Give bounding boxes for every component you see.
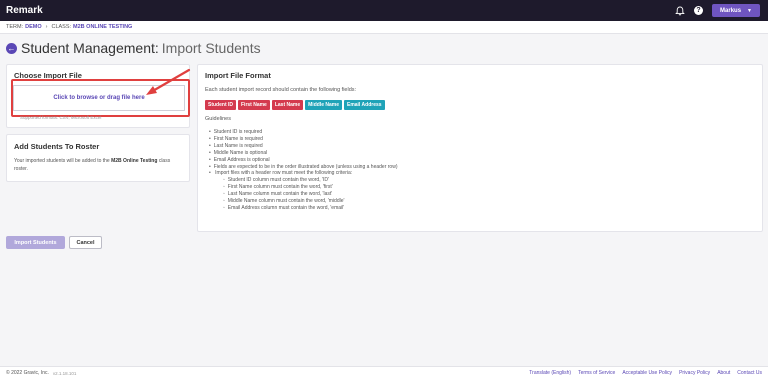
guideline-item: Email Address is optional	[209, 157, 397, 164]
topbar-actions: ? Markus ▼	[675, 4, 762, 17]
import-file-format-card: Import File Format Each student import r…	[197, 64, 763, 232]
supported-formats-text: Supported formats: CSV, Microsoft Excel	[20, 115, 102, 120]
guideline-item: First Name is required	[209, 136, 397, 143]
header-rule-item: Email Address column must contain the wo…	[223, 205, 397, 212]
top-navbar: Remark ? Markus ▼	[0, 0, 768, 21]
footer-link-terms[interactable]: Terms of Service	[578, 370, 615, 376]
footer-link-contact[interactable]: Contact Us	[737, 370, 762, 376]
add-to-roster-card: Add Students To Roster Your imported stu…	[6, 134, 190, 182]
field-badge-first-name: First Name	[238, 100, 270, 110]
header-rule-item: First Name column must contain the word,…	[223, 184, 397, 191]
guideline-item: Last Name is required	[209, 143, 397, 150]
field-badge-student-id: Student ID	[205, 100, 236, 110]
header-rule-item: Middle Name column must contain the word…	[223, 198, 397, 205]
guideline-item: Fields are expected to be in the order i…	[209, 164, 398, 171]
class-link[interactable]: M2B ONLINE TESTING	[73, 24, 132, 30]
field-badge-last-name: Last Name	[271, 100, 304, 110]
copyright-text: © 2022 Gravic, Inc.	[6, 370, 49, 376]
header-rules-list: Student ID column must contain the word,…	[223, 177, 397, 212]
choose-import-file-card: Choose Import File Click to browse or dr…	[6, 64, 190, 128]
chevron-down-icon: ▼	[747, 7, 752, 14]
user-menu-button[interactable]: Markus ▼	[712, 4, 760, 17]
guideline-item: Middle Name is optional	[209, 150, 397, 157]
roster-class-name: M2B Online Testing	[111, 158, 158, 164]
footer-link-about[interactable]: About	[717, 370, 730, 376]
bell-icon[interactable]	[675, 6, 685, 16]
footer: © 2022 Gravic, Inc. v2.1.18.101 Translat…	[0, 366, 768, 379]
page-title-main: Student Management:	[21, 40, 159, 56]
roster-text-before: Your imported students will be added to …	[14, 158, 110, 164]
breadcrumb-separator: ›	[45, 24, 48, 30]
footer-links: Translate (English) Terms of Service Acc…	[529, 370, 762, 376]
format-card-heading: Import File Format	[205, 71, 271, 80]
header-rule-item: Student ID column must contain the word,…	[223, 177, 397, 184]
guideline-header-text: Import files with a header row must meet…	[215, 170, 353, 177]
term-label: TERM:	[6, 24, 24, 30]
roster-description: Your imported students will be added to …	[14, 157, 182, 173]
version-text: v2.1.18.101	[52, 370, 77, 376]
guidelines-list: Student ID is required First Name is req…	[209, 129, 398, 212]
roster-card-heading: Add Students To Roster	[14, 142, 100, 151]
format-intro: Each student import record should contai…	[205, 87, 357, 93]
footer-link-translate[interactable]: Translate (English)	[529, 370, 571, 376]
class-label: CLASS:	[51, 24, 72, 30]
guideline-item: Student ID is required	[209, 129, 397, 136]
import-card-heading: Choose Import File	[14, 71, 82, 80]
user-name: Markus	[720, 7, 742, 14]
footer-link-privacy[interactable]: Privacy Policy	[679, 370, 710, 376]
guidelines-label: Guidelines	[205, 116, 231, 122]
cancel-button[interactable]: Cancel	[69, 236, 102, 249]
guideline-item-header: Import files with a header row must meet…	[209, 170, 397, 211]
app-brand[interactable]: Remark	[6, 5, 43, 16]
file-dropzone[interactable]: Click to browse or drag file here	[13, 85, 185, 111]
page-title-sub: Import Students	[161, 40, 261, 56]
field-badge-middle-name: Middle Name	[305, 100, 342, 110]
back-arrow-icon[interactable]: ←	[6, 42, 17, 54]
page-title: ← Student Management: Import Students	[6, 40, 261, 56]
term-link[interactable]: DEMO	[25, 24, 42, 30]
context-breadcrumb: TERM: DEMO › CLASS: M2B ONLINE TESTING	[0, 21, 768, 34]
field-badges: Student ID First Name Last Name Middle N…	[205, 100, 385, 110]
import-students-button[interactable]: Import Students	[6, 236, 65, 249]
header-rule-item: Last Name column must contain the word, …	[223, 191, 397, 198]
field-badge-email-address: Email Address	[343, 100, 385, 110]
dropzone-label: Click to browse or drag file here	[53, 95, 145, 101]
footer-link-acceptable-use[interactable]: Acceptable Use Policy	[622, 370, 672, 376]
help-icon[interactable]: ?	[694, 6, 704, 15]
